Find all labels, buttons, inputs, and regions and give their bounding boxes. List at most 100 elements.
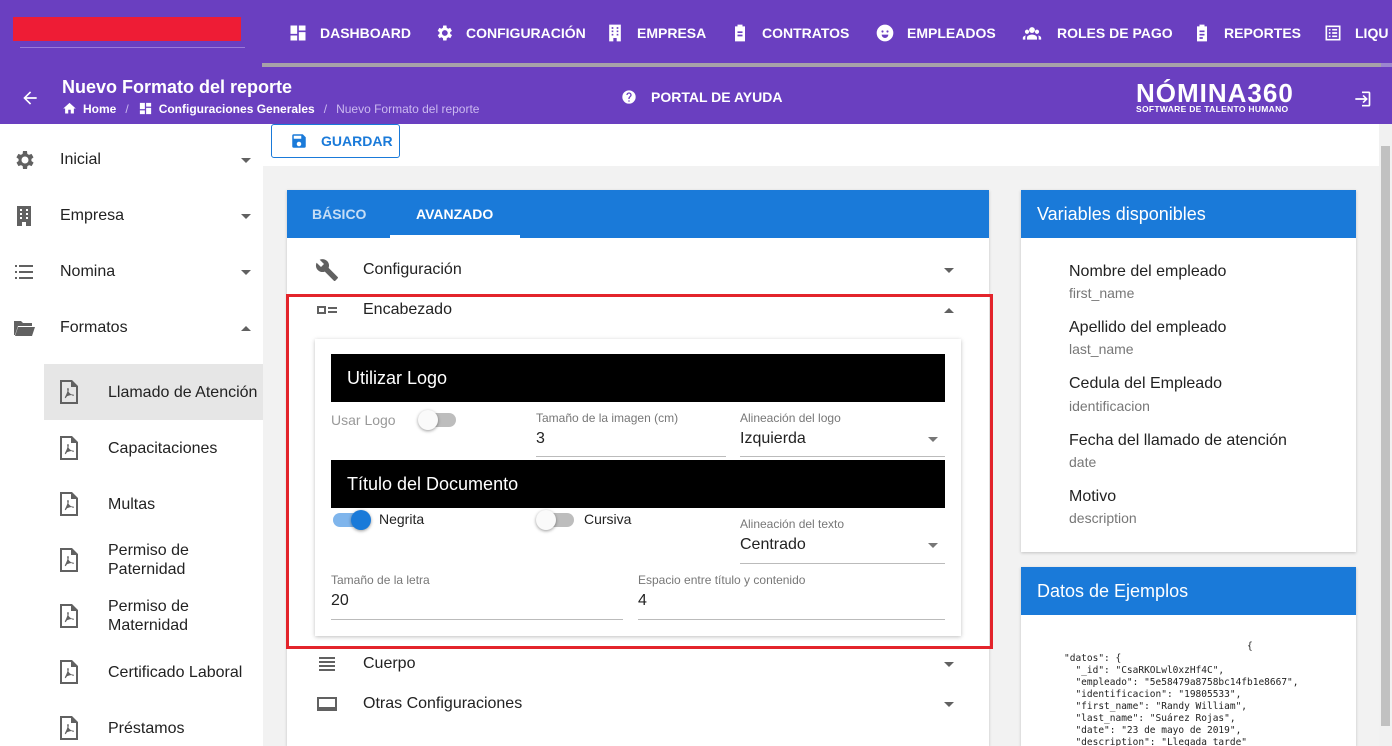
tab-basico[interactable]: BÁSICO bbox=[312, 190, 366, 238]
chevron-down-icon bbox=[241, 213, 251, 219]
logo-divider bbox=[20, 47, 245, 48]
logout-button[interactable] bbox=[1352, 89, 1372, 114]
use-logo-toggle[interactable] bbox=[418, 410, 456, 430]
tab-avanzado[interactable]: AVANZADO bbox=[416, 190, 493, 238]
logo-section-title: Utilizar Logo bbox=[331, 354, 945, 402]
font-size-input[interactable]: 20 bbox=[331, 592, 349, 610]
pdf-file-icon bbox=[58, 604, 80, 628]
variable-key: description bbox=[1069, 510, 1137, 526]
sidebar-item-inicial[interactable]: Inicial bbox=[0, 132, 263, 188]
toggle-knob bbox=[536, 510, 556, 530]
section-cuerpo[interactable]: Cuerpo bbox=[287, 644, 989, 684]
italic-label: Cursiva bbox=[584, 511, 632, 527]
gear-icon bbox=[12, 148, 36, 172]
nav-roles-de-pago[interactable]: ROLES DE PAGO bbox=[1019, 22, 1173, 44]
section-label: Configuración bbox=[363, 261, 462, 278]
code-line: "first_name": "Randy William", bbox=[1064, 701, 1248, 712]
nav-empleados[interactable]: EMPLEADOS bbox=[875, 22, 996, 44]
arrow-left-icon bbox=[23, 91, 37, 105]
example-json: {"datos": { "_id": "CsaRKOLwl0xzHf4C", "… bbox=[1064, 641, 1299, 746]
doc-title-section-title: Título del Documento bbox=[331, 460, 945, 508]
variable-name: Nombre del empleado bbox=[1069, 263, 1227, 280]
code-line: "description": "Llegada tarde" bbox=[1064, 737, 1248, 746]
sidebar-subitem-llamado[interactable]: Llamado de Atención bbox=[44, 364, 263, 420]
sidebar-item-label: Empresa bbox=[60, 207, 125, 224]
use-logo-label: Usar Logo bbox=[331, 412, 396, 428]
nav-empleados-label: EMPLEADOS bbox=[907, 25, 996, 41]
pdf-file-icon bbox=[58, 436, 80, 460]
nav-configuracion[interactable]: CONFIGURACIÓN bbox=[434, 22, 586, 44]
company-logo[interactable] bbox=[13, 17, 241, 41]
nav-roles-de-pago-label: ROLES DE PAGO bbox=[1057, 25, 1173, 41]
chevron-down-icon bbox=[241, 269, 251, 275]
pdf-file-icon bbox=[58, 492, 80, 516]
breadcrumb-configuraciones[interactable]: Configuraciones Generales bbox=[159, 102, 315, 116]
nav-dashboard[interactable]: DASHBOARD bbox=[288, 22, 411, 44]
help-circle-icon bbox=[622, 90, 636, 104]
code-line: "_id": "CsaRKOLwl0xzHf4C", bbox=[1064, 665, 1225, 676]
nav-liquidaciones-label: LIQU bbox=[1355, 25, 1389, 41]
tab-bar: BÁSICO AVANZADO bbox=[287, 190, 989, 238]
sidebar-item-nomina[interactable]: Nomina bbox=[0, 244, 263, 300]
text-align-select[interactable]: Centrado bbox=[740, 536, 806, 554]
save-button-label: GUARDAR bbox=[321, 133, 393, 149]
sidebar-subitem-prestamos[interactable]: Préstamos bbox=[44, 700, 263, 746]
sidebar-subitem-label: Capacitaciones bbox=[108, 439, 218, 457]
save-button[interactable]: GUARDAR bbox=[271, 124, 400, 158]
sidebar-subitem-label: Llamado de Atención bbox=[108, 383, 258, 401]
pdf-file-icon bbox=[58, 548, 80, 572]
section-label: Cuerpo bbox=[363, 655, 416, 672]
nav-reportes[interactable]: REPORTES bbox=[1192, 22, 1301, 44]
input-underline bbox=[638, 619, 945, 620]
code-line: "empleado": "5e58479a8758bc14fb1e8667", bbox=[1064, 677, 1299, 688]
sidebar-subitem-label: Permiso de Maternidad bbox=[108, 598, 189, 634]
page-scrollbar[interactable] bbox=[1379, 124, 1392, 746]
variable-name: Fecha del llamado de atención bbox=[1069, 432, 1287, 449]
sidebar-item-label: Formatos bbox=[60, 319, 128, 336]
sidebar-subitem-multas[interactable]: Multas bbox=[44, 476, 263, 532]
image-size-input[interactable]: 3 bbox=[536, 430, 545, 448]
sidebar-subitem-certificado[interactable]: Certificado Laboral bbox=[44, 644, 263, 700]
breadcrumb-separator: / bbox=[323, 101, 328, 116]
code-line: "datos": { bbox=[1064, 653, 1122, 664]
top-navbar: DASHBOARD CONFIGURACIÓN EMPRESA CONTRATO… bbox=[0, 0, 1392, 72]
list-box-icon bbox=[1325, 25, 1341, 41]
page-title: Nuevo Formato del reporte bbox=[62, 77, 293, 97]
sidebar-item-formatos[interactable]: Formatos bbox=[0, 300, 263, 356]
chevron-down-icon bbox=[928, 543, 938, 548]
variable-key: first_name bbox=[1069, 285, 1135, 301]
section-otras[interactable]: Otras Configuraciones bbox=[287, 684, 989, 724]
italic-toggle[interactable] bbox=[536, 510, 574, 530]
brand-logo: NÓMINA360 SOFTWARE DE TALENTO HUMANO bbox=[1136, 80, 1294, 114]
variable-name: Cedula del Empleado bbox=[1069, 375, 1222, 392]
breadcrumb-current: Nuevo Formato del reporte bbox=[336, 101, 480, 116]
nav-empresa[interactable]: EMPRESA bbox=[605, 22, 706, 44]
sidebar-item-empresa[interactable]: Empresa bbox=[0, 188, 263, 244]
sidebar-subitem-label: Préstamos bbox=[108, 719, 185, 737]
face-icon bbox=[876, 24, 894, 42]
loading-bar bbox=[262, 63, 1392, 67]
code-line: "identificacion": "19805533", bbox=[1064, 689, 1242, 700]
nav-contratos[interactable]: CONTRATOS bbox=[730, 22, 849, 44]
sidebar-subitem-paternidad[interactable]: Permiso de Paternidad bbox=[44, 532, 263, 588]
section-configuracion[interactable]: Configuración bbox=[287, 250, 989, 290]
logo-align-select[interactable]: Izquierda bbox=[740, 430, 806, 448]
sidebar-subitem-maternidad[interactable]: Permiso de Maternidad bbox=[44, 588, 263, 644]
bold-toggle[interactable] bbox=[333, 510, 371, 530]
sidebar-subitem-capacitaciones[interactable]: Capacitaciones bbox=[44, 420, 263, 476]
chevron-down-icon bbox=[928, 437, 938, 442]
help-portal-link[interactable]: PORTAL DE AYUDA bbox=[621, 89, 782, 105]
back-button[interactable] bbox=[20, 88, 40, 108]
nav-configuracion-label: CONFIGURACIÓN bbox=[466, 25, 586, 41]
scrollbar-thumb[interactable] bbox=[1381, 146, 1390, 726]
building-icon bbox=[609, 24, 621, 42]
brand-name: NÓMINA360 bbox=[1136, 78, 1294, 108]
code-line: { bbox=[1064, 641, 1253, 652]
breadcrumb-home[interactable]: Home bbox=[83, 102, 116, 116]
code-line: "last_name": "Suárez Rojas", bbox=[1064, 713, 1236, 724]
tab-active-indicator bbox=[390, 235, 520, 238]
image-size-label: Tamaño de la imagen (cm) bbox=[536, 411, 679, 425]
nav-liquidaciones[interactable]: LIQU bbox=[1323, 22, 1388, 44]
dashboard-icon bbox=[290, 25, 306, 41]
spacing-input[interactable]: 4 bbox=[638, 592, 647, 610]
